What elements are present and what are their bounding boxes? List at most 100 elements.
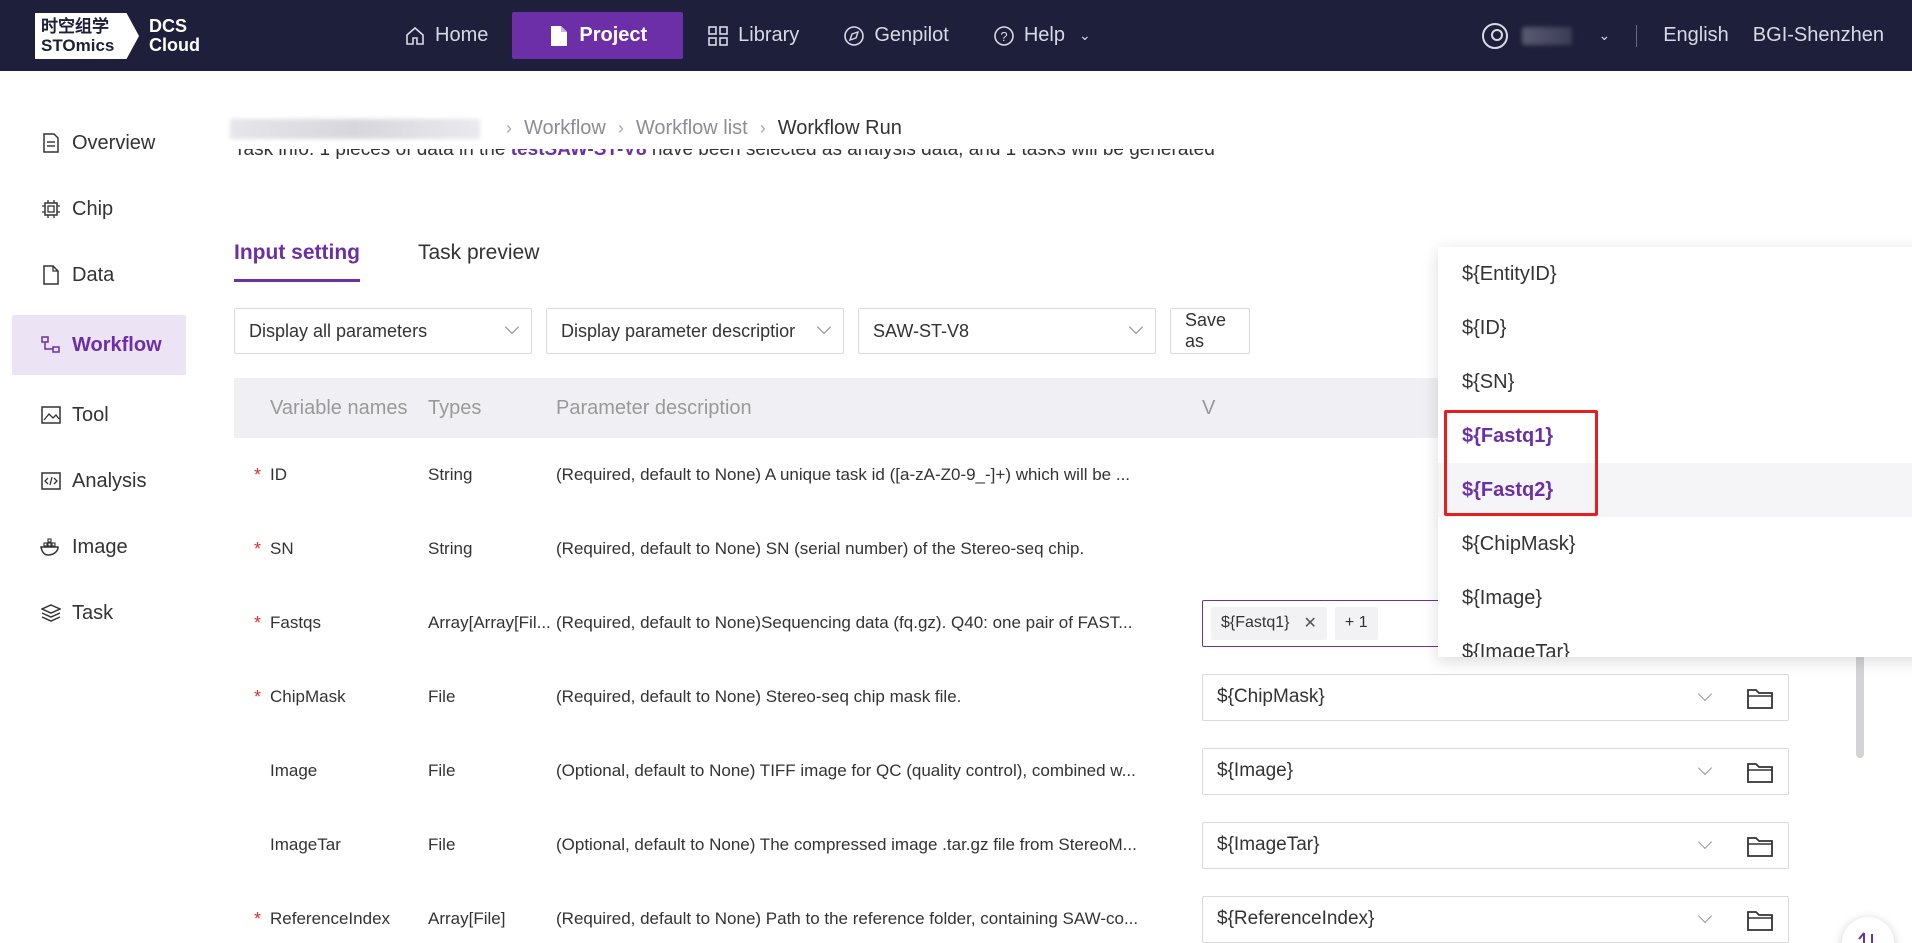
dropdown-option[interactable]: ${ID} [1438, 301, 1912, 355]
chipmask-select[interactable]: ${ChipMask} [1202, 673, 1789, 721]
chevron-down-icon [1697, 760, 1713, 775]
save-as-select[interactable]: Save as [1170, 308, 1250, 354]
user-menu-chevron-icon[interactable]: ⌄ [1598, 27, 1610, 44]
svg-text:?: ? [1000, 29, 1007, 44]
nav-help[interactable]: ? Help ⌄ [973, 12, 1111, 59]
imagetar-select[interactable]: ${ImageTar} [1202, 821, 1789, 869]
breadcrumb-current: Workflow Run [777, 117, 902, 139]
variable-name: ChipMask [270, 687, 346, 706]
sidebar-item-data[interactable]: Data [12, 249, 186, 301]
workflow-version-select[interactable]: SAW-ST-V8 [858, 308, 1156, 354]
referenceindex-select[interactable]: ${ReferenceIndex} [1202, 895, 1789, 943]
tab-input-setting[interactable]: Input setting [234, 241, 360, 282]
breadcrumb-project-redacted[interactable] [230, 118, 480, 139]
workflow-version-value: SAW-ST-V8 [873, 320, 970, 341]
compass-icon [843, 25, 865, 47]
dropdown-option[interactable]: ${Image} [1438, 571, 1912, 625]
variable-description: (Optional, default to None) TIFF image f… [556, 761, 1136, 780]
task-info-suffix: have been selected as analysis data, and… [646, 149, 1215, 160]
chevron-down-icon: ⌄ [1078, 27, 1091, 43]
user-avatar-icon[interactable] [1482, 22, 1509, 49]
close-icon[interactable]: ✕ [1304, 613, 1317, 633]
variable-name: SN [270, 539, 294, 558]
task-info-dataset[interactable]: testSAW-ST-V8 [511, 149, 647, 160]
top-navigation-bar: 时空组学 STOmics DCS Cloud Home Project Libr… [0, 0, 1912, 71]
logo-product: DCS Cloud [149, 17, 200, 55]
chevron-down-icon [1697, 686, 1713, 701]
nav-genpilot-label: Genpilot [874, 24, 949, 46]
variable-description: (Optional, default to None) The compress… [556, 835, 1137, 854]
chevron-down-icon [1697, 834, 1713, 849]
nav-genpilot[interactable]: Genpilot [823, 12, 969, 59]
variable-type: File [428, 761, 456, 780]
sidebar-item-overview[interactable]: Overview [12, 117, 186, 169]
select-value: ${ChipMask} [1217, 686, 1325, 707]
image-tool-icon [40, 404, 62, 426]
logo[interactable]: 时空组学 STOmics DCS Cloud [35, 13, 200, 59]
folder-icon[interactable] [1746, 908, 1774, 932]
chevron-right-icon: › [759, 118, 766, 138]
select-value: ${ImageTar} [1217, 834, 1320, 855]
folder-icon[interactable] [1746, 760, 1774, 784]
data-file-icon [40, 264, 62, 286]
param-display-value: Display all parameters [249, 320, 428, 341]
language-switch[interactable]: English [1663, 24, 1729, 47]
organization-switch[interactable]: BGI-Shenzhen [1753, 24, 1884, 47]
main-content: › Workflow › Workflow list › Workflow Ru… [198, 71, 1912, 943]
tabs: Input setting Task preview [234, 241, 597, 282]
chevron-down-icon [816, 319, 832, 335]
sidebar-item-image[interactable]: Image [12, 521, 186, 573]
required-marker: * [254, 909, 262, 929]
question-icon: ? [993, 25, 1015, 47]
variable-type: File [428, 687, 456, 706]
breadcrumb: › Workflow › Workflow list › Workflow Ru… [230, 117, 902, 140]
variable-description: (Required, default to None) Path to the … [556, 909, 1139, 928]
sidebar-item-task[interactable]: Task [12, 587, 186, 639]
required-marker: * [254, 465, 262, 485]
header-divider [1636, 24, 1638, 47]
docker-icon [40, 536, 62, 558]
nav-home[interactable]: Home [384, 12, 508, 59]
sidebar-item-label: Analysis [72, 469, 147, 492]
option-label: ${Image} [1462, 586, 1543, 609]
selected-tag-label: ${Fastq1} [1221, 614, 1290, 631]
more-tags-count: + 1 [1334, 606, 1378, 640]
option-label: ${EntityID} [1462, 262, 1557, 285]
variable-type: String [428, 465, 473, 484]
chevron-down-icon [1697, 908, 1713, 923]
image-select[interactable]: ${Image} [1202, 747, 1789, 795]
nav-library[interactable]: Library [687, 12, 819, 59]
chevron-down-icon [504, 319, 520, 335]
variable-description: (Required, default to None) Stereo-seq c… [556, 687, 962, 706]
variable-type: File [428, 835, 456, 854]
header-variable-names: Variable names [270, 396, 408, 419]
nav-help-label: Help [1023, 24, 1065, 46]
dropdown-option[interactable]: ${ImageTar} [1438, 625, 1912, 658]
desc-display-select[interactable]: Display parameter descriptior [546, 308, 844, 354]
username-redacted[interactable] [1522, 26, 1573, 45]
sidebar-item-label: Tool [72, 403, 109, 426]
tab-task-preview[interactable]: Task preview [418, 241, 539, 282]
sidebar-item-analysis[interactable]: Analysis [12, 455, 186, 507]
dropdown-option[interactable]: ${ChipMask} [1438, 517, 1912, 571]
option-label: ${ImageTar} [1462, 640, 1570, 658]
sidebar-item-chip[interactable]: Chip [12, 183, 186, 235]
breadcrumb-workflow-list[interactable]: Workflow list [636, 117, 748, 140]
logo-mark: 时空组学 STOmics [35, 13, 139, 59]
param-display-select[interactable]: Display all parameters [234, 308, 532, 354]
select-value: ${Image} [1217, 760, 1294, 781]
table-row: Image File (Optional, default to None) T… [234, 734, 1850, 808]
sidebar-item-label: Data [72, 263, 115, 286]
dropdown-option[interactable]: ${SN} [1438, 355, 1912, 409]
sidebar-item-label: Image [72, 535, 128, 558]
folder-icon[interactable] [1746, 686, 1774, 710]
sidebar-item-workflow[interactable]: Workflow [12, 315, 186, 375]
nav-project[interactable]: Project [512, 12, 684, 59]
dropdown-option[interactable]: ${EntityID} [1438, 247, 1912, 301]
nav-home-label: Home [435, 24, 489, 46]
sidebar-item-tool[interactable]: Tool [12, 389, 186, 441]
folder-icon[interactable] [1746, 834, 1774, 858]
breadcrumb-workflow[interactable]: Workflow [524, 117, 606, 140]
table-row: * ReferenceIndex Array[File] (Required, d… [234, 882, 1850, 943]
table-row: * ChipMask File (Required, default to Non… [234, 660, 1850, 734]
